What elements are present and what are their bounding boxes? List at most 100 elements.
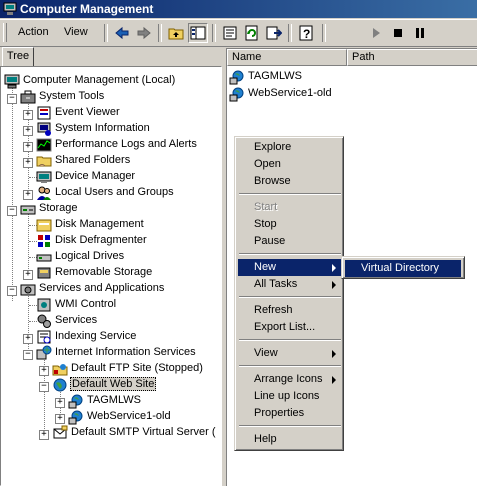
- list-item-label: WebService1-old: [248, 87, 332, 99]
- tree-node-label: Default SMTP Virtual Server (: [71, 426, 216, 438]
- tree-node-label: Logical Drives: [55, 250, 125, 262]
- services-applications-icon: [20, 284, 36, 296]
- column-header-label: Name: [232, 51, 262, 63]
- refresh-button[interactable]: [242, 23, 262, 43]
- up-folder-icon: [168, 28, 184, 40]
- menu-item-label: Help: [254, 433, 277, 445]
- menu-separator: [239, 425, 341, 427]
- menu-item-new[interactable]: New: [238, 259, 342, 276]
- menu-item-all-tasks[interactable]: All Tasks: [238, 276, 342, 293]
- ftp-site-icon: [52, 364, 68, 376]
- tree-line: [28, 293, 29, 355]
- expand-toggle[interactable]: +: [23, 126, 33, 136]
- iis-icon: [36, 345, 52, 360]
- expand-toggle[interactable]: +: [39, 430, 49, 440]
- show-hide-tree-button[interactable]: [188, 23, 208, 43]
- expand-toggle[interactable]: +: [55, 398, 65, 408]
- menu-item-label: Open: [254, 158, 281, 170]
- menu-item-label: View: [254, 347, 278, 359]
- expand-toggle[interactable]: +: [23, 158, 33, 168]
- collapse-toggle[interactable]: −: [7, 94, 17, 104]
- computer-icon: [4, 74, 20, 89]
- tree-pane[interactable]: Computer Management (Local) − System Too…: [0, 66, 222, 486]
- column-header-label: Path: [352, 51, 375, 63]
- menu-item-label: Properties: [254, 407, 305, 419]
- up-folder-button[interactable]: [166, 23, 186, 43]
- menu-separator: [239, 365, 341, 367]
- menu-separator: [239, 253, 341, 255]
- toolbar-grip[interactable]: [3, 23, 7, 42]
- collapse-toggle[interactable]: −: [7, 206, 17, 216]
- new-submenu: Virtual Directory: [341, 256, 465, 279]
- column-header-path[interactable]: Path: [347, 49, 477, 66]
- menu-item-arrange-icons[interactable]: Arrange Icons: [238, 371, 342, 388]
- menu-item-export-list[interactable]: Export List...: [238, 319, 342, 336]
- expand-toggle[interactable]: +: [23, 334, 33, 344]
- submenu-arrow-icon: [332, 350, 336, 358]
- menu-item-refresh[interactable]: Refresh: [238, 302, 342, 319]
- tree-node-label: Disk Defragmenter: [55, 234, 147, 246]
- menu-item-label: New: [254, 261, 277, 273]
- web-application-icon: [68, 394, 83, 409]
- menu-item-virtual-directory[interactable]: Virtual Directory: [345, 260, 461, 277]
- play-button[interactable]: [366, 23, 386, 43]
- list-item-label: TAGMLWS: [248, 70, 302, 82]
- expand-toggle[interactable]: +: [23, 190, 33, 200]
- forward-button[interactable]: [134, 23, 154, 43]
- submenu-arrow-icon: [332, 281, 336, 289]
- submenu-arrow-icon: [332, 264, 336, 272]
- menu-view[interactable]: View: [64, 26, 88, 38]
- menu-item-start: Start: [238, 199, 342, 216]
- toolbar-separator: [104, 24, 108, 42]
- web-application-icon: [229, 87, 244, 102]
- menu-item-label: Line up Icons: [254, 390, 320, 402]
- menu-action[interactable]: Action: [18, 26, 49, 38]
- window-title: Computer Management: [20, 2, 154, 16]
- properties-button[interactable]: [220, 23, 240, 43]
- menu-action-label: Action: [18, 26, 49, 38]
- column-header-name[interactable]: Name: [227, 49, 347, 66]
- tree-node-label: Default Web Site: [70, 377, 157, 391]
- menu-item-properties[interactable]: Properties: [238, 405, 342, 422]
- menu-item-stop[interactable]: Stop: [238, 216, 342, 233]
- menu-item-browse[interactable]: Browse: [238, 173, 342, 190]
- collapse-toggle[interactable]: −: [23, 350, 33, 360]
- collapse-toggle[interactable]: −: [39, 382, 49, 392]
- tree-node-label: TAGMLWS: [87, 394, 141, 406]
- tree-node-label: System Information: [55, 122, 150, 134]
- menu-item-view[interactable]: View: [238, 345, 342, 362]
- svg-text:?: ?: [303, 27, 310, 41]
- menu-item-label: Export List...: [254, 321, 316, 333]
- expand-toggle[interactable]: +: [23, 110, 33, 120]
- tree-node-label: Services: [55, 314, 98, 326]
- export-list-button[interactable]: [264, 23, 284, 43]
- performance-icon: [36, 138, 52, 152]
- toolbar: Action View ?: [0, 19, 477, 47]
- menu-item-line-up-icons[interactable]: Line up Icons: [238, 388, 342, 405]
- menu-separator: [239, 339, 341, 341]
- pause-button[interactable]: [410, 23, 430, 43]
- back-icon: [115, 26, 129, 40]
- back-button[interactable]: [112, 23, 132, 43]
- help-button[interactable]: ?: [296, 23, 316, 43]
- menu-item-label: Refresh: [254, 304, 293, 316]
- expand-toggle[interactable]: +: [23, 142, 33, 152]
- expand-toggle[interactable]: +: [23, 270, 33, 280]
- stop-button[interactable]: [388, 23, 408, 43]
- play-icon: [373, 28, 380, 38]
- menu-item-help[interactable]: Help: [238, 431, 342, 448]
- tree-tabstrip: Tree: [0, 46, 224, 68]
- export-list-icon: [266, 26, 282, 40]
- collapse-toggle[interactable]: −: [7, 286, 17, 296]
- tree-node-label: Shared Folders: [55, 154, 131, 166]
- toolbar-separator: [288, 24, 292, 42]
- expand-toggle[interactable]: +: [39, 366, 49, 376]
- menu-item-open[interactable]: Open: [238, 156, 342, 173]
- menu-item-pause[interactable]: Pause: [238, 233, 342, 250]
- indexing-service-icon: [37, 330, 51, 344]
- tab-tree[interactable]: Tree: [2, 47, 34, 68]
- logical-drives-icon: [36, 254, 52, 262]
- menu-item-explore[interactable]: Explore: [238, 139, 342, 156]
- expand-toggle[interactable]: +: [55, 414, 65, 424]
- tree-node-label: System Tools: [39, 90, 105, 102]
